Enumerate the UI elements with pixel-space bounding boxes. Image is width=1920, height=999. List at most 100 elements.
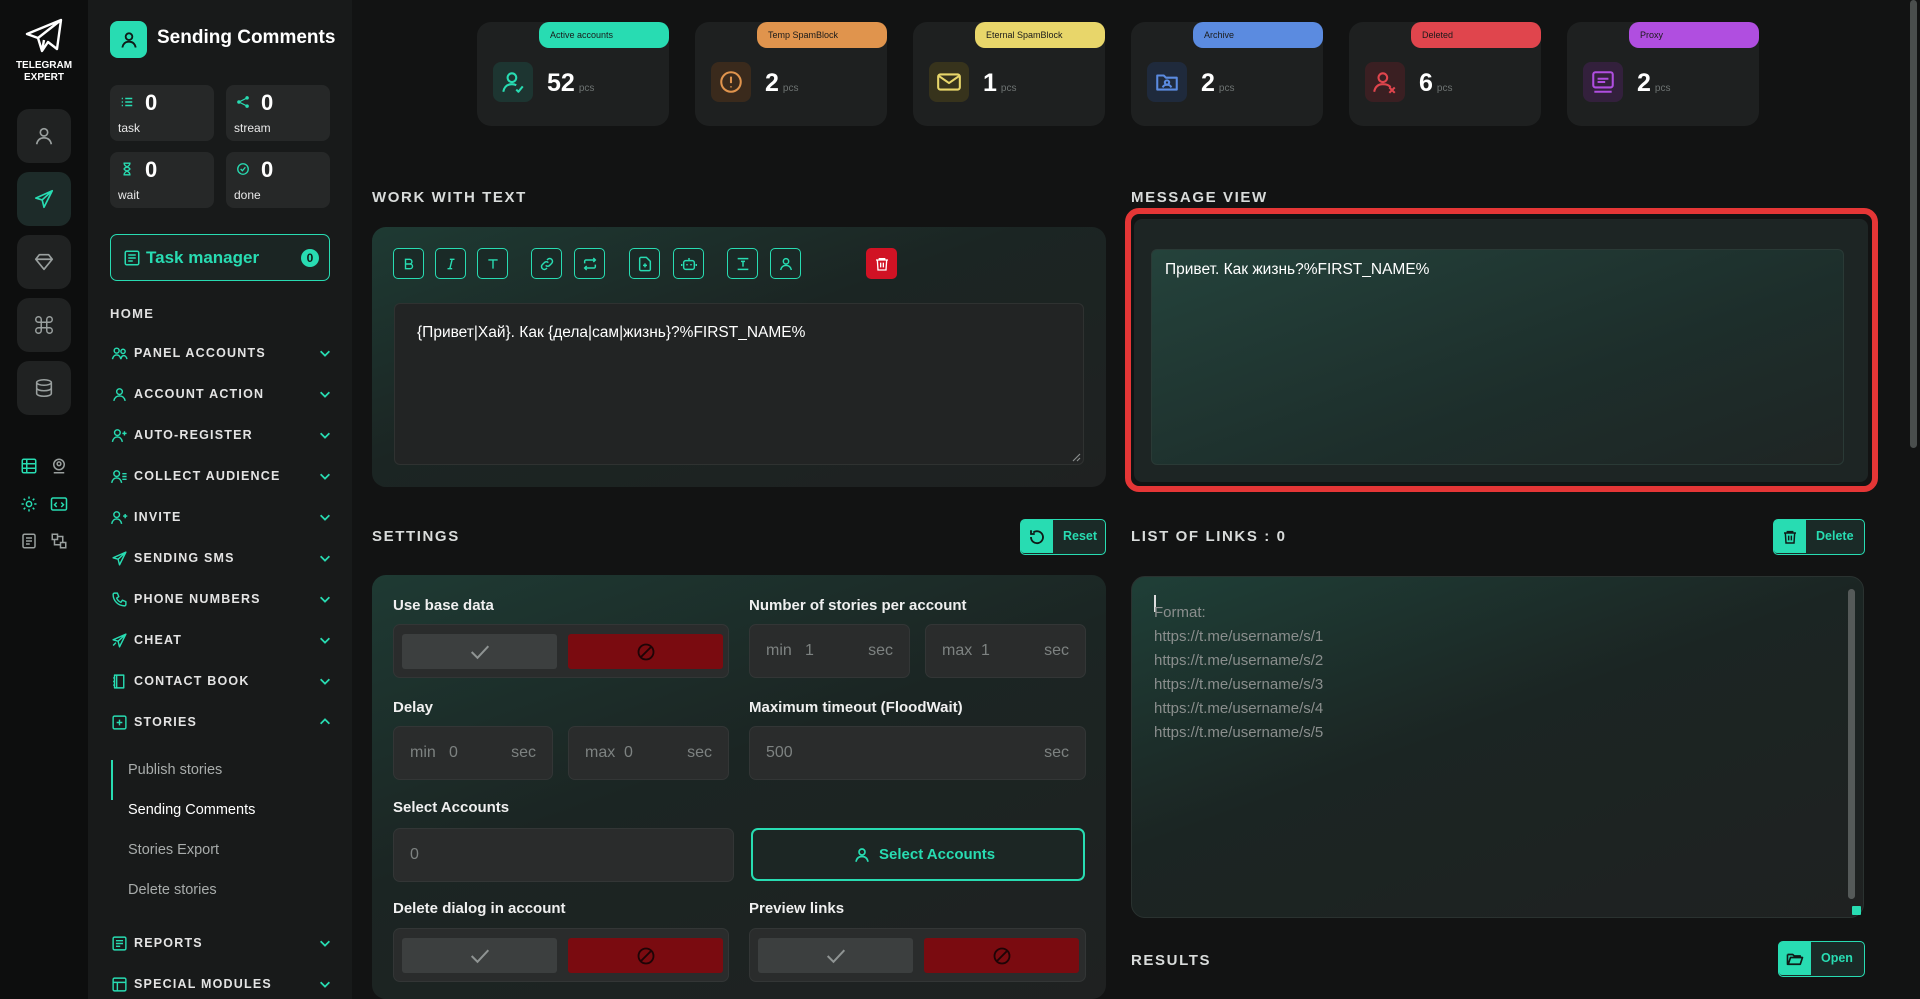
links-textarea[interactable]: Format: https://t.me/username/s/1 https:… <box>1131 576 1864 918</box>
nav-item-collect-audience[interactable]: COLLECT AUDIENCE <box>110 461 332 491</box>
rail-send-button[interactable] <box>17 172 71 226</box>
delay-max-input[interactable]: max 0 sec <box>568 726 729 780</box>
italic-button[interactable] <box>435 248 466 279</box>
stories-subitem[interactable]: Publish stories <box>128 762 222 778</box>
account-card-archive[interactable]: Archive 2 pcs <box>1131 22 1323 126</box>
page-scrollbar-thumb[interactable] <box>1910 0 1917 448</box>
account-card-eternal-spamblock[interactable]: Eternal SpamBlock 1 pcs <box>913 22 1105 126</box>
link-button[interactable] <box>531 248 562 279</box>
open-results-button[interactable]: Open <box>1778 941 1865 977</box>
message-view-title: MESSAGE VIEW <box>1131 189 1268 206</box>
insert-name-button[interactable] <box>770 248 801 279</box>
use-base-data-no[interactable] <box>568 634 723 669</box>
repeat-button[interactable] <box>574 248 605 279</box>
select-accounts-button[interactable]: Select Accounts <box>751 828 1085 881</box>
nav-item-account-action[interactable]: ACCOUNT ACTION <box>110 379 332 409</box>
nav-item-special-modules[interactable]: SPECIAL MODULES <box>110 969 332 999</box>
rail-code-button[interactable] <box>49 494 69 514</box>
preview-links-toggle <box>749 928 1086 982</box>
rail-network-button[interactable] <box>49 531 69 551</box>
user-pin-icon <box>53 458 65 474</box>
chevron-down-icon <box>320 981 330 988</box>
message-text-input[interactable]: {Привет|Хай}. Как {дела|сам|жизнь}?%FIRS… <box>394 303 1084 465</box>
nav-item-label: REPORTS <box>134 936 203 950</box>
add-file-button[interactable] <box>629 248 660 279</box>
nav-item-label: INVITE <box>134 510 182 524</box>
nav-item-sending-sms[interactable]: SENDING SMS <box>110 543 332 573</box>
nav-item-reports[interactable]: REPORTS <box>110 928 332 958</box>
stories-min-input[interactable]: min 1 sec <box>749 624 910 678</box>
account-card-temp-spamblock[interactable]: Temp SpamBlock 2 pcs <box>695 22 887 126</box>
chevron-down-icon <box>320 555 330 562</box>
preview-links-no[interactable] <box>924 938 1079 973</box>
rail-database-button[interactable] <box>17 361 71 415</box>
nav-item-phone-numbers[interactable]: PHONE NUMBERS <box>110 584 332 614</box>
results-title: RESULTS <box>1131 952 1212 969</box>
delay-min-input[interactable]: min 0 sec <box>393 726 553 780</box>
reset-button[interactable]: Reset <box>1020 519 1106 555</box>
nav-item-auto-register[interactable]: AUTO-REGISTER <box>110 420 332 450</box>
resize-handle-icon[interactable] <box>1852 906 1861 915</box>
stat-value: 0 <box>145 90 158 115</box>
stories-subitem[interactable]: Delete stories <box>128 882 217 898</box>
account-card-deleted[interactable]: Deleted 6 pcs <box>1349 22 1541 126</box>
stories-subitem[interactable]: Stories Export <box>128 842 219 858</box>
chevron-down-icon <box>320 596 330 603</box>
links-placeholder: Format: https://t.me/username/s/1 https:… <box>1154 604 1324 741</box>
rail-table-button[interactable] <box>19 456 39 476</box>
invite-icon <box>110 508 128 526</box>
rail-notes-button[interactable] <box>19 531 39 551</box>
stories-subitem[interactable]: Sending Comments <box>128 802 255 818</box>
rail-pin-button[interactable] <box>49 456 69 476</box>
preview-links-yes[interactable] <box>758 938 913 973</box>
user-plus-icon <box>110 426 128 444</box>
use-base-data-yes[interactable] <box>402 634 557 669</box>
cheat-icon <box>110 631 128 649</box>
task-manager-button[interactable]: Task manager 0 <box>110 234 330 281</box>
nav-item-cheat[interactable]: CHEAT <box>110 625 332 655</box>
max-timeout-input[interactable]: 500 sec <box>749 726 1086 780</box>
message-preview: Привет. Как жизнь?%FIRST_NAME% <box>1151 249 1844 465</box>
text-format-button[interactable] <box>477 248 508 279</box>
selected-accounts-count[interactable]: 0 <box>393 828 734 882</box>
template-button[interactable] <box>727 248 758 279</box>
links-scrollbar-thumb[interactable] <box>1848 589 1855 899</box>
user-icon <box>110 385 128 403</box>
delete-label: Delete <box>1816 529 1854 543</box>
delete-links-button[interactable]: Delete <box>1773 519 1865 555</box>
nav-item-invite[interactable]: INVITE <box>110 502 332 532</box>
text-block-icon <box>737 257 748 270</box>
delete-dialog-yes[interactable] <box>402 938 557 973</box>
stat-wait: 0 wait <box>110 152 214 208</box>
bold-icon <box>404 258 413 269</box>
account-count-value: 2 <box>1637 69 1651 97</box>
nav-home[interactable]: HOME <box>110 306 154 321</box>
nav-item-contact-book[interactable]: CONTACT BOOK <box>110 666 332 696</box>
chevron-down-icon <box>320 391 330 398</box>
nav-item-stories[interactable]: STORIES <box>110 707 332 737</box>
stories-per-account-label: Number of stories per account <box>749 597 967 614</box>
app-logo[interactable]: TELEGRAM EXPERT <box>10 18 78 84</box>
forbidden-icon <box>637 947 654 964</box>
account-count-unit: pcs <box>1000 83 1017 94</box>
chevron-up-icon <box>320 718 330 725</box>
delete-dialog-no[interactable] <box>568 938 723 973</box>
rail-command-button[interactable] <box>17 298 71 352</box>
rail-settings-button[interactable] <box>19 494 39 514</box>
rail-diamond-button[interactable] <box>17 235 71 289</box>
account-card-proxy[interactable]: Proxy 2 pcs <box>1567 22 1759 126</box>
field-value: 0 <box>449 744 458 761</box>
clear-text-button[interactable] <box>866 248 897 279</box>
stories-max-input[interactable]: max 1 sec <box>925 624 1086 678</box>
account-card-active-accounts[interactable]: Active accounts 52 pcs <box>477 22 669 126</box>
chevron-down-icon <box>320 432 330 439</box>
nav-item-panel-accounts[interactable]: PANEL ACCOUNTS <box>110 338 332 368</box>
rail-profile-button[interactable] <box>17 109 71 163</box>
resize-handle-icon[interactable] <box>1071 452 1081 462</box>
bold-button[interactable] <box>393 248 424 279</box>
account-count-unit: pcs <box>1218 83 1235 94</box>
task-list-icon <box>124 250 140 266</box>
field-unit: sec <box>1044 744 1069 761</box>
check-circle-icon <box>237 163 249 175</box>
bot-button[interactable] <box>673 248 704 279</box>
